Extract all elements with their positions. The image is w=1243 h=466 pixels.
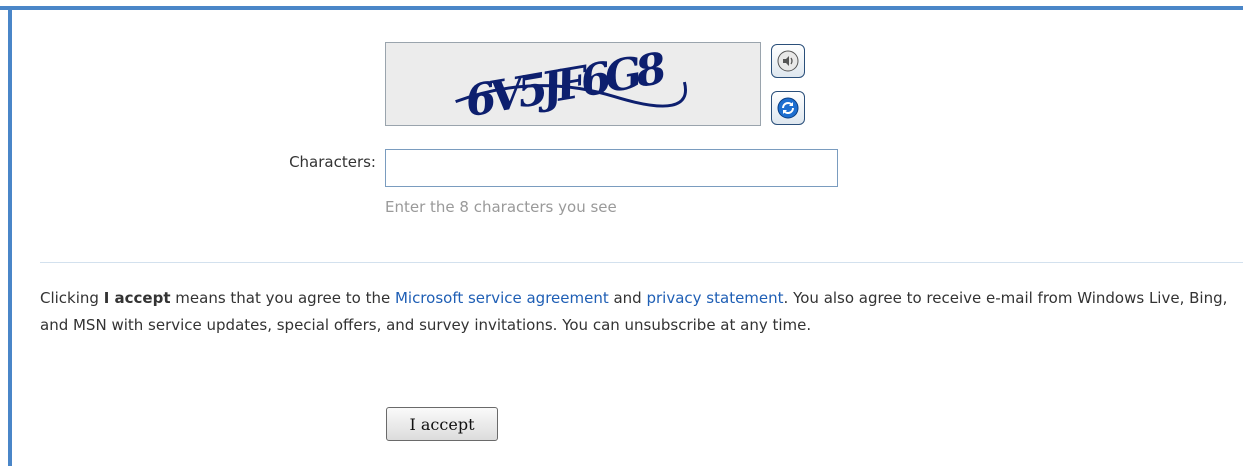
window-left-border xyxy=(8,6,12,466)
captcha-image: 6V5JF6G8 xyxy=(385,42,761,126)
legal-prefix: Clicking xyxy=(40,289,104,307)
captcha-text: 6V5JF6G8 xyxy=(461,43,670,125)
legal-notice: Clicking I accept means that you agree t… xyxy=(40,285,1230,339)
characters-label: Characters: xyxy=(289,153,376,171)
legal-middle: means that you agree to the xyxy=(170,289,395,307)
section-divider xyxy=(40,262,1243,263)
audio-captcha-button[interactable] xyxy=(771,44,805,78)
refresh-icon xyxy=(776,96,800,120)
speaker-icon xyxy=(776,49,800,73)
window-top-border xyxy=(0,0,1243,10)
characters-hint: Enter the 8 characters you see xyxy=(385,198,617,216)
accept-button[interactable]: I accept xyxy=(386,407,498,441)
characters-input[interactable] xyxy=(385,149,838,187)
privacy-statement-link[interactable]: privacy statement xyxy=(646,289,783,307)
service-agreement-link[interactable]: Microsoft service agreement xyxy=(395,289,609,307)
legal-and: and xyxy=(608,289,647,307)
refresh-captcha-button[interactable] xyxy=(771,91,805,125)
legal-accept-bold: I accept xyxy=(103,289,171,307)
